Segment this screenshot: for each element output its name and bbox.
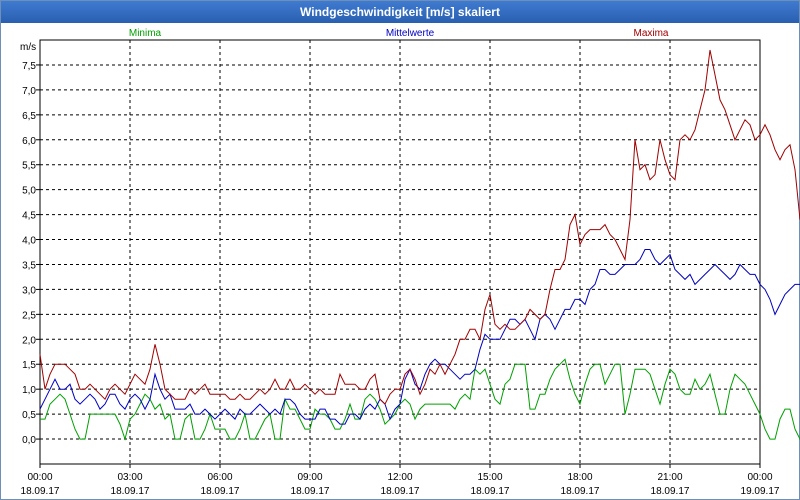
y-tick-label: 7,5	[22, 61, 36, 72]
x-tick-date-label: 18.09.17	[471, 486, 510, 497]
x-tick-date-label: 18.09.17	[201, 486, 240, 497]
legend-mittelwerte: Mittelwerte	[386, 28, 435, 39]
legend-maxima: Maxima	[633, 28, 668, 39]
x-tick-time-label: 18:00	[567, 472, 592, 483]
x-tick-time-label: 06:00	[207, 472, 232, 483]
x-axis-ticks: 00:00 18.09.17 03:00 18.09.17 06:00 18.09.17 0…	[21, 464, 780, 497]
y-tick-label: 3,0	[22, 285, 36, 296]
x-tick-time-label: 00:00	[27, 472, 52, 483]
y-tick-label: 4,5	[22, 211, 36, 222]
x-tick-date-label: 19.09.17	[741, 486, 780, 497]
y-tick-label: 3,5	[22, 260, 36, 271]
x-tick-time-label: 03:00	[117, 472, 142, 483]
x-tick-date-label: 18.09.17	[111, 486, 150, 497]
y-tick-label: 1,5	[22, 360, 36, 371]
y-tick-label: 5,5	[22, 161, 36, 172]
y-tick-label: 0,5	[22, 410, 36, 421]
y-tick-label: 6,5	[22, 111, 36, 122]
x-tick-time-label: 12:00	[387, 472, 412, 483]
y-tick-label: 4,0	[22, 236, 36, 247]
x-tick-date-label: 18.09.17	[381, 486, 420, 497]
y-tick-label: 2,5	[22, 310, 36, 321]
y-tick-label: 7,0	[22, 86, 36, 97]
y-tick-label: 1,0	[22, 385, 36, 396]
y-axis-ticks: 0,0 0,5 1,0 1,5 2,0 2,5 3,0 3,5 4,0 4,5 5,0 5,5 6,0 6…	[22, 61, 40, 446]
x-tick-time-label: 21:00	[657, 472, 682, 483]
chart-canvas: m/s 0,0 0,5 1,0 1,5 2,0 2,5 3,0 3,5 4,0 4,5 5,0 5,5…	[20, 28, 800, 497]
y-tick-label: 2,0	[22, 335, 36, 346]
x-tick-date-label: 18.09.17	[561, 486, 600, 497]
legend: Minima Mittelwerte Maxima	[129, 28, 669, 39]
x-tick-date-label: 18.09.17	[291, 486, 330, 497]
x-tick-time-label: 00:00	[747, 472, 772, 483]
x-tick-time-label: 09:00	[297, 472, 322, 483]
y-tick-label: 5,0	[22, 186, 36, 197]
x-tick-date-label: 18.09.17	[21, 486, 60, 497]
y-tick-label: 0,0	[22, 435, 36, 446]
x-tick-date-label: 18.09.17	[651, 486, 690, 497]
y-tick-label: 6,0	[22, 136, 36, 147]
x-tick-time-label: 15:00	[477, 472, 502, 483]
y-axis-unit-label: m/s	[20, 42, 36, 53]
legend-minima: Minima	[129, 28, 162, 39]
